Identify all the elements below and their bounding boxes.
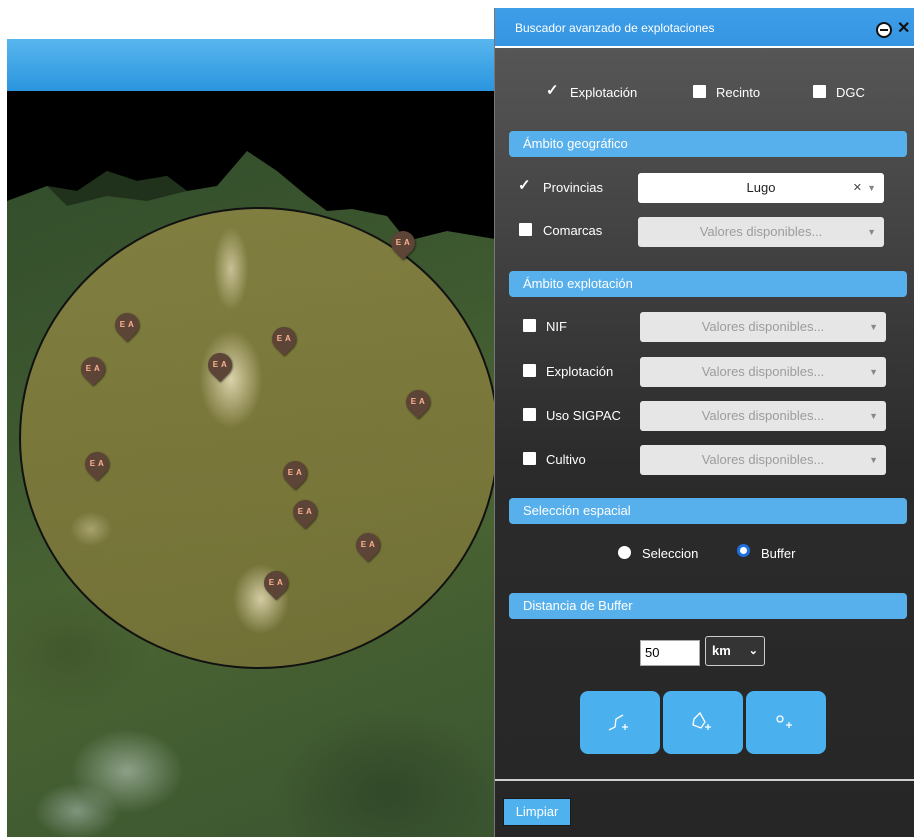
draw-polygon-button[interactable]: [663, 691, 743, 754]
dgc-type-label: DGC: [836, 85, 865, 100]
seleccion-radio[interactable]: [618, 546, 631, 559]
explotacion-type-checkbox[interactable]: [546, 81, 560, 99]
comarcas-placeholder: Valores disponibles...: [699, 224, 823, 239]
nif-label: NIF: [546, 319, 567, 334]
provincias-select[interactable]: Lugo ✕ ▼: [638, 173, 884, 203]
map-view[interactable]: E A E A E A E A E A E A E A E A E A E A …: [7, 91, 507, 837]
comarcas-select[interactable]: Valores disponibles... ▼: [638, 217, 884, 247]
unit-select[interactable]: km ⌄: [705, 636, 765, 666]
explotacion-type-label: Explotación: [570, 85, 638, 100]
minimize-icon[interactable]: [876, 22, 892, 38]
provincias-checkbox[interactable]: [518, 176, 532, 194]
buffer-radio[interactable]: [737, 544, 750, 557]
close-icon[interactable]: ✕: [897, 18, 910, 38]
panel-divider: [495, 779, 914, 781]
chevron-down-icon[interactable]: ▼: [867, 173, 876, 203]
draw-point-icon: [776, 715, 792, 728]
exploitation-scope-header: Ámbito explotación: [509, 271, 907, 297]
seleccion-label: Seleccion: [642, 546, 699, 561]
exploitation-marker[interactable]: E A: [401, 385, 435, 419]
recinto-type-label: Recinto: [716, 85, 761, 100]
uso-sigpac-select[interactable]: Valores disponibles... ▼: [640, 401, 886, 431]
explotacion-placeholder: Valores disponibles...: [701, 364, 825, 379]
exploitation-marker[interactable]: E A: [267, 322, 301, 356]
spatial-selection-header: Selección espacial: [509, 498, 907, 524]
explotacion-label: Explotación: [546, 364, 614, 379]
clear-selection-icon[interactable]: ✕: [853, 173, 862, 203]
map-toolbar-band: [7, 39, 507, 91]
buffer-distance-header: Distancia de Buffer: [509, 593, 907, 619]
chevron-down-icon[interactable]: ▼: [869, 357, 878, 387]
clear-button[interactable]: Limpiar: [503, 798, 571, 826]
nif-checkbox[interactable]: [523, 319, 536, 332]
uso-sigpac-placeholder: Valores disponibles...: [701, 408, 825, 423]
buffer-circle: [19, 207, 499, 669]
exploitation-marker[interactable]: E A: [203, 348, 237, 382]
exploitation-marker[interactable]: E A: [259, 566, 293, 600]
nif-select[interactable]: Valores disponibles... ▼: [640, 312, 886, 342]
draw-polygon-icon: [692, 711, 711, 730]
geo-scope-header: Ámbito geográfico: [509, 131, 907, 157]
nif-placeholder: Valores disponibles...: [701, 319, 825, 334]
comarcas-checkbox[interactable]: [519, 223, 532, 236]
cultivo-select[interactable]: Valores disponibles... ▼: [640, 445, 886, 475]
chevron-down-icon[interactable]: ▼: [869, 401, 878, 431]
cultivo-placeholder: Valores disponibles...: [701, 452, 825, 467]
chevron-down-icon[interactable]: ▼: [869, 312, 878, 342]
uso-sigpac-label: Uso SIGPAC: [546, 408, 621, 423]
comarcas-label: Comarcas: [543, 223, 603, 238]
recinto-type-checkbox[interactable]: [693, 85, 706, 98]
panel-header: Buscador avanzado de explotaciones ✕: [495, 8, 914, 48]
cultivo-checkbox[interactable]: [523, 452, 536, 465]
buffer-label: Buffer: [761, 546, 796, 561]
panel-title: Buscador avanzado de explotaciones: [515, 21, 715, 35]
cultivo-label: Cultivo: [546, 452, 586, 467]
buffer-distance-input[interactable]: 50: [640, 640, 700, 666]
provincias-value: Lugo: [746, 180, 776, 195]
exploitation-marker[interactable]: E A: [278, 456, 312, 490]
explotacion-select[interactable]: Valores disponibles... ▼: [640, 357, 886, 387]
draw-line-button[interactable]: [580, 691, 660, 754]
advanced-search-panel: Buscador avanzado de explotaciones ✕ Exp…: [494, 8, 914, 837]
exploitation-marker[interactable]: E A: [386, 226, 420, 260]
draw-point-button[interactable]: [746, 691, 826, 754]
chevron-down-icon[interactable]: ⌄: [749, 637, 758, 665]
exploitation-marker[interactable]: E A: [288, 495, 322, 529]
uso-sigpac-checkbox[interactable]: [523, 408, 536, 421]
draw-line-icon: [608, 714, 628, 731]
unit-value: km: [712, 643, 731, 658]
chevron-down-icon[interactable]: ▼: [869, 445, 878, 475]
explotacion-checkbox[interactable]: [523, 364, 536, 377]
exploitation-marker[interactable]: E A: [351, 528, 385, 562]
exploitation-marker[interactable]: E A: [110, 308, 144, 342]
exploitation-marker[interactable]: E A: [76, 352, 110, 386]
exploitation-marker[interactable]: E A: [80, 447, 114, 481]
chevron-down-icon[interactable]: ▼: [867, 217, 876, 247]
provincias-label: Provincias: [543, 180, 603, 195]
dgc-type-checkbox[interactable]: [813, 85, 826, 98]
